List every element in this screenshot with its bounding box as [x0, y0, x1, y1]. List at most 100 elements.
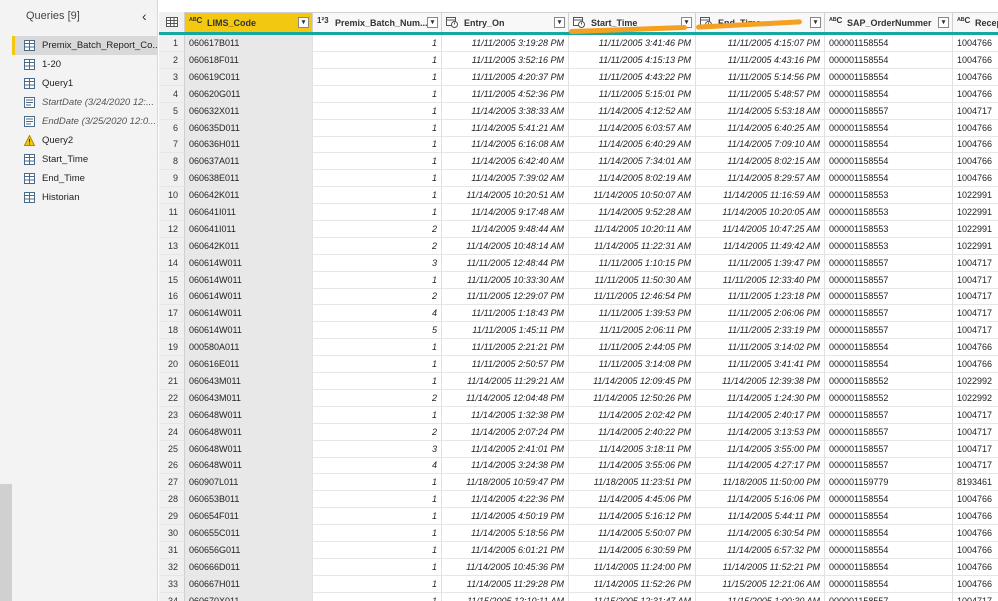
- cell-batch-number[interactable]: 3: [313, 255, 442, 272]
- cell-end-time[interactable]: 11/11/2005 12:33:40 PM: [696, 272, 825, 289]
- cell-start-time[interactable]: 11/14/2005 9:52:28 AM: [569, 204, 696, 221]
- cell-sap-order[interactable]: 000001158554: [825, 52, 953, 69]
- cell-recep[interactable]: 8193461: [953, 474, 998, 491]
- cell-entry-on[interactable]: 11/11/2005 2:21:21 PM: [442, 339, 569, 356]
- cell-entry-on[interactable]: 11/14/2005 6:01:21 PM: [442, 542, 569, 559]
- filter-dropdown-icon[interactable]: ▾: [427, 17, 438, 28]
- cell-entry-on[interactable]: 11/15/2005 12:10:11 AM: [442, 593, 569, 601]
- cell-lims-code[interactable]: 060614W011: [185, 255, 313, 272]
- cell-sap-order[interactable]: 000001158554: [825, 356, 953, 373]
- cell-lims-code[interactable]: 060670X011: [185, 593, 313, 601]
- cell-end-time[interactable]: 11/14/2005 10:47:25 AM: [696, 221, 825, 238]
- cell-entry-on[interactable]: 11/14/2005 9:17:48 AM: [442, 204, 569, 221]
- cell-batch-number[interactable]: 1: [313, 339, 442, 356]
- cell-recep[interactable]: 1004766: [953, 86, 998, 103]
- cell-start-time[interactable]: 11/11/2005 1:39:53 PM: [569, 305, 696, 322]
- cell-recep[interactable]: 1004766: [953, 356, 998, 373]
- cell-sap-order[interactable]: 000001158554: [825, 69, 953, 86]
- datetime-type-icon[interactable]: [446, 16, 458, 30]
- cell-sap-order[interactable]: 000001158554: [825, 86, 953, 103]
- cell-end-time[interactable]: 11/14/2005 12:39:38 PM: [696, 373, 825, 390]
- cell-end-time[interactable]: 11/14/2005 2:40:17 PM: [696, 407, 825, 424]
- cell-end-time[interactable]: 11/11/2005 5:14:56 PM: [696, 69, 825, 86]
- cell-entry-on[interactable]: 11/11/2005 4:52:36 PM: [442, 86, 569, 103]
- cell-batch-number[interactable]: 1: [313, 525, 442, 542]
- cell-lims-code[interactable]: 060643M011: [185, 373, 313, 390]
- cell-sap-order[interactable]: 000001158554: [825, 491, 953, 508]
- cell-sap-order[interactable]: 000001158553: [825, 187, 953, 204]
- cell-batch-number[interactable]: 1: [313, 272, 442, 289]
- cell-lims-code[interactable]: 060614W011: [185, 272, 313, 289]
- cell-end-time[interactable]: 11/14/2005 3:55:00 PM: [696, 441, 825, 458]
- cell-sap-order[interactable]: 000001158554: [825, 542, 953, 559]
- cell-entry-on[interactable]: 11/14/2005 3:38:33 AM: [442, 103, 569, 120]
- cell-batch-number[interactable]: 1: [313, 52, 442, 69]
- cell-sap-order[interactable]: 000001158557: [825, 272, 953, 289]
- text-type-icon[interactable]: ᴬᴮC: [189, 16, 202, 25]
- cell-lims-code[interactable]: 060642K011: [185, 238, 313, 255]
- cell-end-time[interactable]: 11/11/2005 2:06:06 PM: [696, 305, 825, 322]
- cell-batch-number[interactable]: 2: [313, 288, 442, 305]
- query-item[interactable]: Query2: [15, 131, 158, 150]
- cell-entry-on[interactable]: 11/14/2005 6:16:08 AM: [442, 136, 569, 153]
- cell-sap-order[interactable]: 000001158554: [825, 153, 953, 170]
- cell-recep[interactable]: 1004717: [953, 103, 998, 120]
- cell-start-time[interactable]: 11/14/2005 5:50:07 PM: [569, 525, 696, 542]
- cell-sap-order[interactable]: 000001158557: [825, 407, 953, 424]
- query-item[interactable]: 1-20: [15, 55, 158, 74]
- cell-recep[interactable]: 1004766: [953, 508, 998, 525]
- query-item[interactable]: Start_Time: [15, 150, 158, 169]
- cell-entry-on[interactable]: 11/14/2005 7:39:02 AM: [442, 170, 569, 187]
- cell-end-time[interactable]: 11/14/2005 7:09:10 AM: [696, 136, 825, 153]
- cell-recep[interactable]: 1004717: [953, 305, 998, 322]
- cell-recep[interactable]: 1004717: [953, 322, 998, 339]
- cell-entry-on[interactable]: 11/11/2005 12:48:44 PM: [442, 255, 569, 272]
- cell-sap-order[interactable]: 000001158557: [825, 103, 953, 120]
- cell-batch-number[interactable]: 1: [313, 356, 442, 373]
- cell-recep[interactable]: 1022991: [953, 187, 998, 204]
- cell-start-time[interactable]: 11/14/2005 2:40:22 PM: [569, 424, 696, 441]
- cell-lims-code[interactable]: 060635D011: [185, 120, 313, 137]
- cell-sap-order[interactable]: 000001158557: [825, 322, 953, 339]
- cell-batch-number[interactable]: 1: [313, 576, 442, 593]
- cell-lims-code[interactable]: 060632X011: [185, 103, 313, 120]
- cell-lims-code[interactable]: 060654F011: [185, 508, 313, 525]
- cell-end-time[interactable]: 11/14/2005 11:16:59 AM: [696, 187, 825, 204]
- filter-dropdown-icon[interactable]: ▾: [298, 17, 309, 28]
- cell-end-time[interactable]: 11/15/2005 1:00:30 AM: [696, 593, 825, 601]
- cell-end-time[interactable]: 11/14/2005 3:13:53 PM: [696, 424, 825, 441]
- cell-recep[interactable]: 1004717: [953, 407, 998, 424]
- query-item[interactable]: Query1: [15, 74, 158, 93]
- cell-start-time[interactable]: 11/14/2005 3:18:11 PM: [569, 441, 696, 458]
- cell-sap-order[interactable]: 000001158554: [825, 525, 953, 542]
- cell-recep[interactable]: 1022991: [953, 238, 998, 255]
- cell-end-time[interactable]: 11/14/2005 8:02:15 AM: [696, 153, 825, 170]
- cell-recep[interactable]: 1004766: [953, 542, 998, 559]
- cell-batch-number[interactable]: 1: [313, 86, 442, 103]
- cell-start-time[interactable]: 11/14/2005 6:03:57 AM: [569, 120, 696, 137]
- cell-end-time[interactable]: 11/11/2005 4:43:16 PM: [696, 52, 825, 69]
- cell-entry-on[interactable]: 11/18/2005 10:59:47 PM: [442, 474, 569, 491]
- cell-lims-code[interactable]: 060666D011: [185, 559, 313, 576]
- cell-batch-number[interactable]: 1: [313, 69, 442, 86]
- cell-end-time[interactable]: 11/11/2005 3:14:02 PM: [696, 339, 825, 356]
- cell-recep[interactable]: 1004717: [953, 272, 998, 289]
- cell-sap-order[interactable]: 000001158554: [825, 559, 953, 576]
- cell-end-time[interactable]: 11/14/2005 6:57:32 PM: [696, 542, 825, 559]
- cell-start-time[interactable]: 11/14/2005 3:55:06 PM: [569, 457, 696, 474]
- cell-batch-number[interactable]: 1: [313, 120, 442, 137]
- cell-entry-on[interactable]: 11/14/2005 5:41:21 AM: [442, 120, 569, 137]
- cell-lims-code[interactable]: 060656G011: [185, 542, 313, 559]
- cell-batch-number[interactable]: 1: [313, 559, 442, 576]
- cell-end-time[interactable]: 11/15/2005 12:21:06 AM: [696, 576, 825, 593]
- cell-sap-order[interactable]: 000001158557: [825, 424, 953, 441]
- cell-lims-code[interactable]: 060641I011: [185, 204, 313, 221]
- cell-start-time[interactable]: 11/14/2005 5:16:12 PM: [569, 508, 696, 525]
- cell-recep[interactable]: 1004766: [953, 339, 998, 356]
- cell-recep[interactable]: 1004717: [953, 424, 998, 441]
- cell-entry-on[interactable]: 11/11/2005 1:18:43 PM: [442, 305, 569, 322]
- cell-batch-number[interactable]: 1: [313, 373, 442, 390]
- cell-start-time[interactable]: 11/11/2005 12:46:54 PM: [569, 288, 696, 305]
- cell-start-time[interactable]: 11/11/2005 2:44:05 PM: [569, 339, 696, 356]
- cell-lims-code[interactable]: 060648W011: [185, 441, 313, 458]
